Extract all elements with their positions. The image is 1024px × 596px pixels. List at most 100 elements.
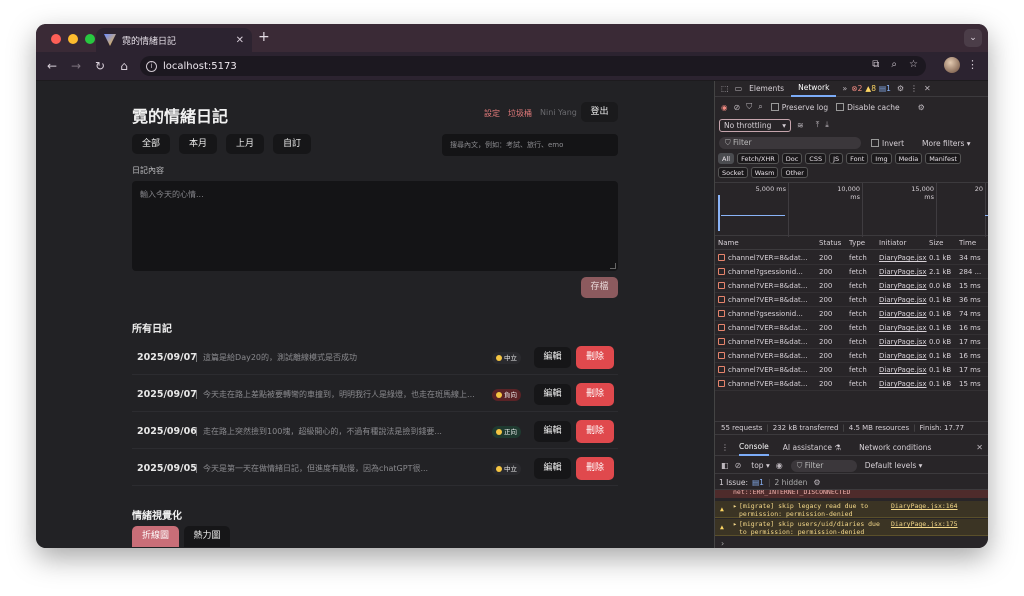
diary-textarea[interactable]: 輸入今天的心情... <box>132 181 618 271</box>
warning-source-link[interactable]: DiaryPage.jsx:175 <box>891 520 958 528</box>
eye-icon[interactable]: ◉ <box>776 461 783 470</box>
network-row[interactable]: channel?VER=8&dat... 200 fetch DiaryPage.js… <box>715 279 988 293</box>
save-button[interactable]: 存檔 <box>581 277 618 298</box>
tab-elements[interactable]: Elements <box>742 84 791 93</box>
type-filter-media[interactable]: Media <box>894 153 923 164</box>
drawer-menu-icon[interactable]: ⋮ <box>721 443 729 452</box>
filter-custom-button[interactable]: 自訂 <box>273 134 312 154</box>
network-cell-initiator[interactable]: DiaryPage.jsx <box>879 268 927 276</box>
record-icon[interactable]: ◉ <box>721 103 728 112</box>
type-filter-socket[interactable]: Socket <box>718 167 748 178</box>
tab-search-button[interactable]: ⌄ <box>964 29 982 47</box>
network-cell-initiator[interactable]: DiaryPage.jsx <box>879 324 927 332</box>
search-input[interactable]: 搜尋內文，例如：考試、旅行、emo <box>442 134 618 156</box>
preserve-log-checkbox[interactable]: Preserve log <box>770 103 828 112</box>
filter-all-button[interactable]: 全部 <box>132 134 171 154</box>
column-header-status[interactable]: Status <box>819 239 847 247</box>
type-filter-other[interactable]: Other <box>781 167 808 178</box>
warning-expand-icon[interactable]: ▸ <box>733 520 737 528</box>
issues-icon[interactable]: ▤1 <box>879 84 891 93</box>
install-icon[interactable]: ⧉ <box>872 59 879 70</box>
maximize-window-button[interactable] <box>85 34 95 44</box>
network-cell-initiator[interactable]: DiaryPage.jsx <box>879 380 927 388</box>
delete-button[interactable]: 刪除 <box>576 346 614 369</box>
device-toolbar-icon[interactable]: ▭ <box>735 84 743 93</box>
network-row[interactable]: channel?gsessionid... 200 fetch DiaryPage.j… <box>715 265 988 279</box>
logout-button[interactable]: 登出 <box>581 102 618 122</box>
warning-expand-icon[interactable]: ▸ <box>733 502 737 510</box>
network-cell-initiator[interactable]: DiaryPage.jsx <box>879 352 927 360</box>
network-cell-initiator[interactable]: DiaryPage.jsx <box>879 366 927 374</box>
more-filters-button[interactable]: More filters ▾ <box>922 139 971 148</box>
disable-cache-checkbox[interactable]: Disable cache <box>836 103 900 112</box>
settings-gear-icon[interactable]: ⚙ <box>897 84 904 93</box>
clear-icon[interactable]: ⊘ <box>734 103 741 112</box>
warning-icon[interactable]: ▲8 <box>865 84 876 93</box>
resize-handle[interactable] <box>610 263 616 269</box>
network-cell-initiator[interactable]: DiaryPage.jsx <box>879 296 927 304</box>
back-icon[interactable]: ← <box>40 59 64 73</box>
tab-console[interactable]: Console <box>739 440 769 456</box>
close-tab-icon[interactable]: ✕ <box>236 35 244 46</box>
network-row[interactable]: channel?gsessionid... 200 fetch DiaryPage.j… <box>715 307 988 321</box>
browser-menu-icon[interactable]: ⋮ <box>967 58 978 71</box>
type-filter-js[interactable]: JS <box>829 153 844 164</box>
more-tabs-icon[interactable]: » <box>842 84 847 93</box>
clear-console-icon[interactable]: ⊘ <box>735 461 742 470</box>
trash-link[interactable]: 垃圾桶 <box>508 108 532 119</box>
reload-icon[interactable]: ↻ <box>88 59 112 73</box>
search-icon[interactable]: ⌕ <box>758 102 762 112</box>
error-icon[interactable]: ⊗2 <box>851 84 862 93</box>
heatmap-tab[interactable]: 熱力圖 <box>184 526 230 547</box>
delete-button[interactable]: 刪除 <box>576 457 614 480</box>
tab-network[interactable]: Network <box>791 81 837 97</box>
network-cell-initiator[interactable]: DiaryPage.jsx <box>879 254 927 262</box>
console-filter-input[interactable]: ⛉ Filter <box>790 459 857 472</box>
home-icon[interactable]: ⌂ <box>112 59 136 73</box>
network-row[interactable]: channel?VER=8&dat... 200 fetch DiaryPage.js… <box>715 335 988 349</box>
column-header-time[interactable]: Time <box>959 239 988 247</box>
type-filter-wasm[interactable]: Wasm <box>750 167 779 178</box>
delete-button[interactable]: 刪除 <box>576 383 614 406</box>
settings-link[interactable]: 設定 <box>484 108 500 119</box>
type-filter-all[interactable]: All <box>718 153 735 164</box>
network-cell-initiator[interactable]: DiaryPage.jsx <box>879 338 927 346</box>
network-row[interactable]: channel?VER=8&dat... 200 fetch DiaryPage.js… <box>715 321 988 335</box>
wifi-icon[interactable]: ≋ <box>797 121 804 130</box>
column-header-size[interactable]: Size <box>929 239 957 247</box>
line-chart-tab[interactable]: 折線圖 <box>132 526 179 547</box>
type-filter-fetchxhr[interactable]: Fetch/XHR <box>737 153 779 164</box>
filter-this-month-button[interactable]: 本月 <box>179 134 218 154</box>
column-header-type[interactable]: Type <box>849 239 877 247</box>
network-row[interactable]: channel?VER=8&dat... 200 fetch DiaryPage.js… <box>715 293 988 307</box>
type-filter-doc[interactable]: Doc <box>781 153 803 164</box>
network-row[interactable]: channel?VER=8&dat... 200 fetch DiaryPage.js… <box>715 251 988 265</box>
close-drawer-icon[interactable]: ✕ <box>976 443 983 452</box>
invert-checkbox[interactable]: Invert <box>871 139 904 148</box>
inspect-icon[interactable]: ⬚ <box>721 84 729 93</box>
network-row[interactable]: channel?VER=8&dat... 200 fetch DiaryPage.js… <box>715 363 988 377</box>
console-settings-icon[interactable]: ⚙ <box>813 478 820 487</box>
export-icon[interactable]: ⤓ <box>825 120 829 130</box>
type-filter-font[interactable]: Font <box>846 153 869 164</box>
sidebar-toggle-icon[interactable]: ◧ <box>721 461 729 470</box>
forward-icon[interactable]: → <box>64 59 88 73</box>
minimize-window-button[interactable] <box>68 34 78 44</box>
new-tab-button[interactable]: + <box>258 29 270 45</box>
edit-button[interactable]: 編輯 <box>534 384 571 405</box>
type-filter-css[interactable]: CSS <box>805 153 827 164</box>
site-info-icon[interactable]: i <box>146 60 157 72</box>
console-prompt[interactable]: › <box>721 539 724 548</box>
network-row[interactable]: channel?VER=8&dat... 200 fetch DiaryPage.js… <box>715 349 988 363</box>
edit-button[interactable]: 編輯 <box>534 458 571 479</box>
network-cell-initiator[interactable]: DiaryPage.jsx <box>879 310 927 318</box>
tab-ai-assistance[interactable]: AI assistance ⚗ <box>783 443 841 452</box>
warning-source-link[interactable]: DiaryPage.jsx:164 <box>891 502 958 510</box>
address-bar[interactable]: i localhost:5173 ⧉ ⌕ ☆ <box>140 56 926 76</box>
column-header-name[interactable]: Name <box>718 239 816 247</box>
type-filter-img[interactable]: Img <box>871 153 892 164</box>
issues-link[interactable]: ▤1 <box>752 478 764 487</box>
edit-button[interactable]: 編輯 <box>534 421 571 442</box>
context-select[interactable]: top ▾ <box>751 461 769 470</box>
edit-button[interactable]: 編輯 <box>534 347 571 368</box>
